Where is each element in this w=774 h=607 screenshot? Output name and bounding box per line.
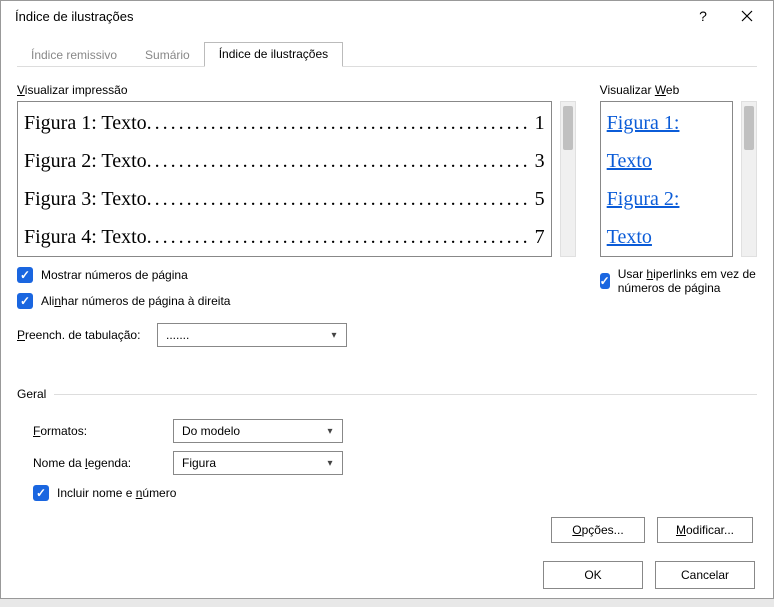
align-right-row[interactable]: Alinhar números de página à direita (17, 293, 576, 309)
scrollbar-thumb[interactable] (563, 106, 573, 150)
formats-row: Formatos: Do modelo ▾ (33, 419, 757, 443)
include-name-number-checkbox[interactable] (33, 485, 49, 501)
show-page-numbers-checkbox[interactable] (17, 267, 33, 283)
ok-button[interactable]: OK (543, 561, 643, 589)
footer: OK Cancelar (1, 543, 773, 607)
group-divider (54, 394, 757, 395)
dialog: Índice de ilustrações ? Índice remissivo… (0, 0, 774, 599)
tab-toc[interactable]: Sumário (131, 44, 204, 67)
formats-value: Do modelo (182, 424, 240, 438)
options-button[interactable]: Opções... (551, 517, 645, 543)
dialog-title: Índice de ilustrações (15, 9, 681, 24)
chevron-down-icon: ▾ (326, 330, 342, 341)
use-hyperlinks-row[interactable]: Usar hiperlinks em vez de números de pág… (600, 267, 757, 295)
chevron-down-icon: ▾ (322, 458, 338, 469)
general-group-body: Formatos: Do modelo ▾ Nome da legenda: F… (17, 401, 757, 501)
caption-row: Nome da legenda: Figura ▾ (33, 451, 757, 475)
web-preview-link: Figura 3: Texto (607, 256, 726, 257)
tab-leader-label: Preench. de tabulação: (17, 328, 147, 342)
web-preview-box: Figura 1: Texto Figura 2: Texto Figura 3… (600, 101, 733, 257)
preview-line: Figura 4: Texto.........................… (24, 218, 545, 256)
preview-line: Figura 3: Texto.........................… (24, 180, 545, 218)
web-preview-label: Visualizar Web (600, 83, 757, 97)
include-name-number-label: Incluir nome e número (57, 486, 176, 500)
tab-illustrations[interactable]: Índice de ilustrações (204, 42, 343, 67)
include-name-number-row[interactable]: Incluir nome e número (33, 485, 757, 501)
show-page-numbers-row[interactable]: Mostrar números de página (17, 267, 576, 283)
formats-label: Formatos: (33, 424, 163, 438)
modify-button[interactable]: Modificar... (657, 517, 753, 543)
close-icon (741, 10, 753, 22)
caption-label: Nome da legenda: (33, 456, 163, 470)
options-row: Opções... Modificar... (17, 517, 757, 543)
caption-combo[interactable]: Figura ▾ (173, 451, 343, 475)
titlebar: Índice de ilustrações ? (1, 1, 773, 31)
align-right-checkbox[interactable] (17, 293, 33, 309)
cancel-button[interactable]: Cancelar (655, 561, 755, 589)
tab-leader-combo[interactable]: ....... ▾ (157, 323, 347, 347)
use-hyperlinks-checkbox[interactable] (600, 273, 610, 289)
print-preview-label: Visualizar impressão (17, 83, 576, 97)
tab-leader-row: Preench. de tabulação: ....... ▾ (17, 323, 576, 347)
scrollbar-thumb[interactable] (744, 106, 754, 150)
print-preview-scrollbar[interactable] (560, 101, 576, 257)
caption-value: Figura (182, 456, 216, 470)
close-button[interactable] (725, 1, 769, 31)
columns: Visualizar impressão Figura 1: Texto....… (17, 67, 757, 347)
web-preview-scrollbar[interactable] (741, 101, 757, 257)
tab-index[interactable]: Índice remissivo (17, 44, 131, 67)
print-preview-box: Figura 1: Texto.........................… (17, 101, 552, 257)
print-preview-row: Figura 1: Texto.........................… (17, 101, 576, 257)
show-page-numbers-label: Mostrar números de página (41, 268, 188, 282)
web-preview-link: Figura 1: Texto (607, 104, 726, 180)
preview-line: Figura 1: Texto.........................… (24, 104, 545, 142)
preview-line: Figura 2: Texto.........................… (24, 142, 545, 180)
web-preview-link: Figura 2: Texto (607, 180, 726, 256)
content: Índice remissivo Sumário Índice de ilust… (1, 31, 773, 543)
use-hyperlinks-label: Usar hiperlinks em vez de números de pág… (618, 267, 757, 295)
general-group-header: Geral (17, 387, 757, 401)
web-preview-col: Visualizar Web Figura 1: Texto Figura 2:… (600, 83, 757, 347)
tab-row: Índice remissivo Sumário Índice de ilust… (17, 41, 757, 67)
help-button[interactable]: ? (681, 1, 725, 31)
formats-combo[interactable]: Do modelo ▾ (173, 419, 343, 443)
tab-leader-value: ....... (166, 328, 189, 342)
align-right-label: Alinhar números de página à direita (41, 294, 230, 308)
web-preview-row: Figura 1: Texto Figura 2: Texto Figura 3… (600, 101, 757, 257)
general-group-label: Geral (17, 387, 46, 401)
chevron-down-icon: ▾ (322, 426, 338, 437)
print-preview-col: Visualizar impressão Figura 1: Texto....… (17, 83, 576, 347)
